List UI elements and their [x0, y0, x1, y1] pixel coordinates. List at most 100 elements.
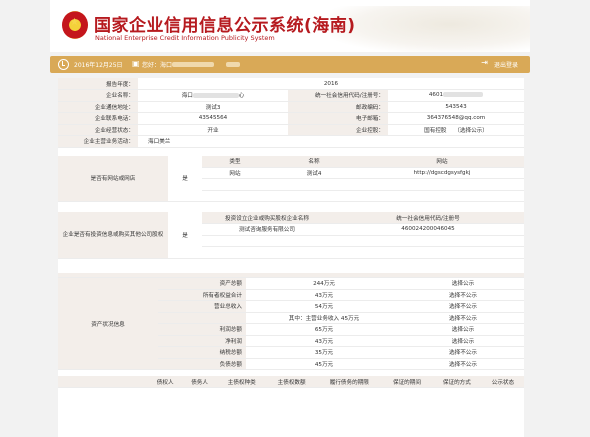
asset-row-note: 选择不公示: [402, 358, 524, 370]
asset-row-value: 45万元: [246, 358, 402, 370]
current-date: 2016年12月25日: [74, 62, 123, 69]
phone-label: 企业联系电话：: [58, 112, 138, 125]
asset-row-label: 纳税总额: [158, 346, 246, 359]
investment-answer: 是: [168, 212, 202, 259]
investment-table: 企业是否有投资信息或购买其他公司股权 是 投资设立企业或购买股权企业名称 统一社…: [58, 212, 524, 259]
postcode-label: 邮政编码：: [288, 101, 388, 113]
guarantee-header-status: 公示状态: [481, 376, 524, 388]
logout-link[interactable]: 退出登录: [494, 60, 518, 69]
asset-row-label: 资产总额: [158, 277, 246, 290]
holding-note: （选择公示）: [454, 127, 488, 134]
report-year-value: 2016: [138, 78, 524, 90]
email-label: 电子邮箱：: [288, 112, 388, 125]
guarantee-table: 债权人 债务人 主债权种类 主债权数额 履行债务的期限 保证的期间 保证的方式 …: [58, 376, 524, 388]
holding-text: 国有控股: [424, 127, 447, 134]
asset-row-note: 选择不公示: [402, 300, 524, 313]
annual-report-panel: 报告年度： 2016 企业名称： 海口心 统一社会信用代码/注册号： 4601 …: [58, 78, 524, 437]
company-name-suffix: 心: [238, 93, 245, 100]
address-label: 企业通信地址：: [58, 101, 138, 113]
top-bar: 2016年12月25日 ▣ 您好：海口 ⇥ 退出登录: [50, 56, 530, 73]
address-value: 测试3: [138, 101, 288, 113]
credit-code-value: 4601: [388, 89, 524, 102]
assets-table: 资产状况信息 资产总额 244万元 选择公示 所有者权益合计 43万元 选择不公…: [58, 272, 524, 370]
asset-row-note: 选择不公示: [402, 289, 524, 301]
basic-info-table: 报告年度： 2016 企业名称： 海口心 统一社会信用代码/注册号： 4601 …: [58, 78, 524, 148]
website-type: 网站: [202, 167, 268, 179]
user-icon: ▣: [132, 59, 140, 68]
asset-row-value: 43万元: [246, 335, 402, 347]
national-emblem-icon: [62, 11, 88, 39]
guarantee-header-method: 保证的方式: [431, 376, 482, 388]
asset-row-label: [158, 312, 246, 324]
company-name-prefix: 海口: [181, 93, 193, 100]
guarantee-header-type: 主债权种类: [216, 376, 267, 388]
investment-company-name: 测试咨询服务有限公司: [202, 223, 332, 236]
redacted-company-name: [192, 93, 239, 99]
redacted-username: [172, 62, 214, 67]
redacted-text: [226, 62, 240, 67]
website-header-type: 类型: [202, 155, 268, 168]
investment-header-code: 统一社会信用代码/注册号: [332, 212, 524, 224]
credit-code-prefix: 4601: [428, 92, 444, 99]
guarantee-spacer: [58, 376, 148, 388]
holding-label: 企业控股：: [288, 124, 388, 136]
website-url[interactable]: http://dgscdgsysfgkj: [360, 167, 524, 179]
welcome-text: 您好：海口: [142, 62, 173, 69]
credit-code-label: 统一社会信用代码/注册号：: [288, 89, 388, 102]
email-value: 364376548@qq.com: [388, 112, 524, 125]
investment-company-code: 460024200046045: [332, 223, 524, 236]
guarantee-header-term: 履行债务的期限: [316, 376, 383, 388]
assets-section-label: 资产状况信息: [58, 277, 158, 370]
postcode-value: 543543: [388, 101, 524, 113]
table-row: 企业联系电话： 43545564 电子邮箱： 364376548@qq.com: [58, 112, 524, 125]
asset-row-value: 54万元: [246, 300, 402, 313]
asset-row-label: 净利润: [158, 335, 246, 347]
website-answer: 是: [168, 155, 202, 202]
website-header-url: 网站: [360, 155, 524, 168]
website-header-name: 名称: [268, 155, 360, 168]
business-label: 企业主营业务活动：: [58, 135, 138, 148]
asset-row-label: 利润总额: [158, 323, 246, 336]
company-name-label: 企业名称：: [58, 89, 138, 102]
table-row: 债权人 债务人 主债权种类 主债权数额 履行债务的期限 保证的期间 保证的方式 …: [58, 376, 524, 388]
asset-row-note: 选择公示: [402, 335, 524, 347]
guarantee-header-period: 保证的期间: [382, 376, 432, 388]
asset-row-note: 选择公示: [402, 277, 524, 290]
asset-row-label: 负债总额: [158, 358, 246, 370]
clock-icon: [58, 59, 69, 70]
table-row: 企业是否有投资信息或购买其他公司股权 是 投资设立企业或购买股权企业名称 统一社…: [58, 212, 524, 259]
asset-row-note: 选择不公示: [402, 312, 524, 324]
status-value: 开业: [138, 124, 288, 136]
website-table: 是否有网站或网店 是 类型 名称 网站 网站 测试4 http://dgscdg…: [58, 155, 524, 202]
guarantee-header-creditor: 债权人: [148, 376, 183, 388]
guarantee-header-amount: 主债权数额: [266, 376, 317, 388]
asset-row-value: 65万元: [246, 323, 402, 336]
table-row: 企业经营状态： 开业 企业控股： 国有控股 （选择公示）: [58, 124, 524, 136]
table-row: 企业主营业务活动： 海口美兰: [58, 135, 524, 148]
phone-value: 43545564: [138, 112, 288, 125]
logout-icon[interactable]: ⇥: [481, 58, 488, 67]
website-section-label: 是否有网站或网店: [58, 155, 168, 202]
site-header: 国家企业信用信息公示系统(海南) National Enterprise Cre…: [50, 0, 530, 52]
investment-header-name: 投资设立企业或购买股权企业名称: [202, 212, 332, 224]
asset-row-label: 营业总收入: [158, 300, 246, 313]
table-row: 报告年度： 2016: [58, 78, 524, 90]
asset-row-value: 43万元: [246, 289, 402, 301]
asset-row-value: 其中：主营业务收入 45万元: [246, 312, 402, 324]
asset-row-label: 所有者权益合计: [158, 289, 246, 301]
asset-row-note: 选择公示: [402, 323, 524, 336]
table-row: 企业通信地址： 测试3 邮政编码： 543543: [58, 101, 524, 113]
guarantee-header-debtor: 债务人: [182, 376, 217, 388]
table-row: 资产状况信息 资产总额 244万元 选择公示: [58, 277, 524, 370]
table-row: 是否有网站或网店 是 类型 名称 网站: [58, 155, 524, 202]
asset-row-note: 选择不公示: [402, 346, 524, 359]
redacted-credit-code: [443, 92, 484, 98]
website-name: 测试4: [268, 167, 360, 179]
site-subtitle: National Enterprise Credit Information P…: [95, 34, 275, 42]
holding-value: 国有控股 （选择公示）: [388, 124, 524, 136]
company-name-value: 海口 心: [138, 89, 288, 102]
report-year-label: 报告年度：: [58, 78, 138, 90]
asset-row-value: 244万元: [246, 277, 402, 290]
status-label: 企业经营状态：: [58, 124, 138, 136]
table-row: 企业名称： 海口 心 统一社会信用代码/注册号： 4601: [58, 89, 524, 102]
